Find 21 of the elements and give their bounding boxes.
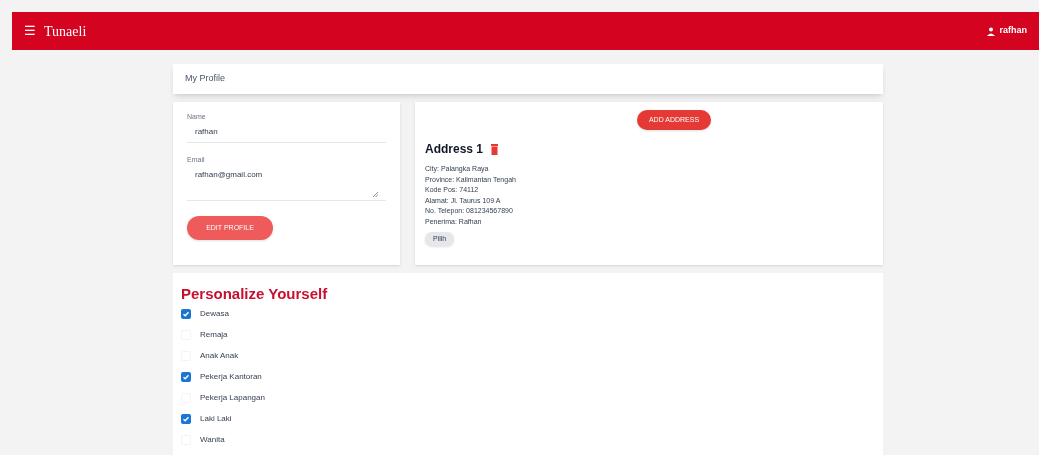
trash-icon[interactable] (491, 143, 499, 155)
option-label: Remaja (200, 328, 228, 341)
option-label: Pekerja Kantoran (200, 370, 262, 383)
user-button[interactable]: rafhan (987, 24, 1027, 38)
option-label: Dewasa (200, 307, 229, 320)
resize-handle-icon[interactable] (373, 192, 378, 197)
menu-icon[interactable]: ☰ (24, 21, 36, 41)
option-label: Laki Laki (200, 412, 232, 425)
option-label: Wanita (200, 433, 225, 446)
address-title: Address 1 (425, 141, 484, 158)
email-field[interactable]: rafhan@gmail.com (187, 165, 386, 201)
checkbox[interactable] (181, 371, 191, 382)
checkbox[interactable] (181, 413, 191, 424)
section-title: Personalize Yourself (181, 285, 329, 303)
checkbox[interactable] (181, 308, 191, 319)
page-title: My Profile (185, 72, 225, 86)
person-icon (987, 26, 996, 36)
option-label: Anak Anak (200, 349, 239, 362)
option-label: Pekerja Lapangan (200, 391, 265, 404)
name-field[interactable]: rafhan (187, 122, 386, 143)
app-title: Tunaeli (44, 22, 87, 41)
